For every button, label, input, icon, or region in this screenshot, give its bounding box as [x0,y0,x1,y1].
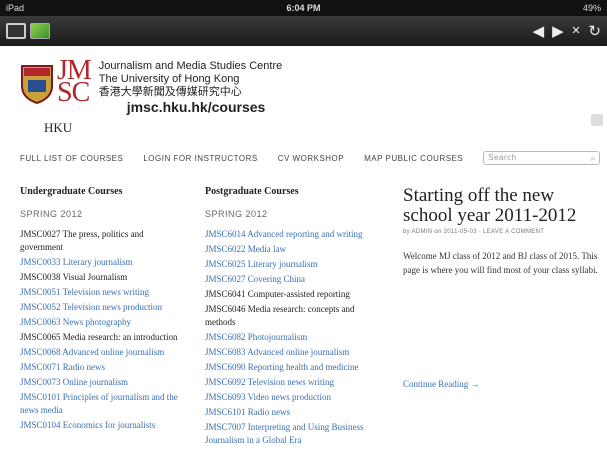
course-item[interactable]: JMSC6093 Video news production [205,391,380,404]
hku-label: HKU [44,120,73,135]
logo-sc: SC [57,77,90,108]
search-input[interactable]: Search ⌕ [483,151,600,165]
course-item: JMSC0027 The press, politics and governm… [20,229,144,252]
course-item[interactable]: JMSC0063 News photography [20,316,185,329]
undergrad-course-list: JMSC0027 The press, politics and governm… [20,228,185,432]
clock: 6:04 PM [286,3,321,13]
course-item[interactable]: JMSC0068 Advanced online journalism [20,346,185,359]
ios-status-bar: iPad 6:04 PM 49% [0,0,607,16]
course-item[interactable]: JMSC0104 Economics for journalists [20,419,185,432]
course-item[interactable]: JMSC6014 Advanced reporting and writing [205,228,380,241]
postgrad-heading: Postgraduate Courses [205,186,299,197]
course-item[interactable]: JMSC6027 Covering China [205,273,380,286]
site-url[interactable]: jmsc.hku.hk/courses [127,100,282,114]
undergrad-term: SPRING 2012 [20,209,83,219]
postgrad-column: Postgraduate Courses SPRING 2012 JMSC601… [205,186,380,449]
hku-crest-logo[interactable] [20,64,54,104]
back-icon[interactable]: ◀ [533,22,545,40]
post-meta: by ADMIN on 2011-05-03 · LEAVE A COMMENT [403,229,545,235]
reload-icon[interactable]: ↻ [588,22,601,40]
nav-full-list[interactable]: FULL LIST OF COURSES [20,154,123,163]
course-item[interactable]: JMSC6083 Advanced online journalism [205,346,380,359]
search-placeholder: Search [488,153,517,162]
course-item: JMSC6046 Media research: concepts and me… [205,304,355,327]
app-toolbar: ◀ ▶ × ↻ [0,16,607,46]
close-icon[interactable]: × [572,22,581,40]
postgrad-course-list: JMSC6014 Advanced reporting and writing J… [205,228,380,447]
course-item[interactable]: JMSC0101 Principles of journalism and th… [20,391,185,417]
course-item[interactable]: JMSC6022 Media law [205,243,380,256]
continue-reading-link[interactable]: Continue Reading → [403,379,480,389]
chinese-name: 香港大學新聞及傳媒研究中心 [98,86,242,98]
course-item[interactable]: JMSC6101 Radio news [205,406,380,419]
nav-login[interactable]: LOGIN FOR INSTRUCTORS [143,154,257,163]
course-item[interactable]: JMSC6092 Television news writing [205,376,380,389]
site-header: JM SC HKU Journalism and Media Studies C… [20,57,282,135]
forward-icon[interactable]: ▶ [552,22,564,40]
course-item[interactable]: JMSC0073 Online journalism [20,376,185,389]
undergrad-column: Undergraduate Courses SPRING 2012 JMSC00… [20,186,185,434]
course-item: JMSC0038 Visual Journalism [20,272,128,282]
course-item[interactable]: JMSC0051 Television news writing [20,286,185,299]
course-item: JMSC6041 Computer-assisted reporting [205,289,350,299]
nav-map-public[interactable]: MAP PUBLIC COURSES [364,154,463,163]
course-item[interactable]: JMSC0052 Television news production [20,301,185,314]
postgrad-term: SPRING 2012 [205,209,268,219]
nav-cv-workshop[interactable]: CV WORKSHOP [278,154,344,163]
jmsc-logo-letters: JM SC [57,57,92,114]
rss-icon[interactable] [591,114,603,126]
main-nav: FULL LIST OF COURSES LOGIN FOR INSTRUCTO… [20,151,600,165]
course-item[interactable]: JMSC6025 Literary journalism [205,258,380,271]
header-text: Journalism and Media Studies Centre The … [99,60,282,114]
notes-icon[interactable] [30,23,50,39]
centre-name: Journalism and Media Studies Centre [98,60,283,72]
course-item[interactable]: JMSC6082 Photojournalism [205,331,380,344]
tabs-icon[interactable] [6,23,26,39]
course-item[interactable]: JMSC0071 Radio news [20,361,185,374]
course-item[interactable]: JMSC7007 Interpreting and Using Business… [205,421,380,447]
course-item[interactable]: JMSC6090 Reporting health and medicine [205,361,380,374]
undergrad-heading: Undergraduate Courses [20,186,123,197]
blog-post: Starting off the new school year 2011-20… [403,186,603,390]
search-icon[interactable]: ⌕ [590,152,596,164]
university-name: The University of Hong Kong [98,73,240,85]
web-page: JM SC HKU Journalism and Media Studies C… [0,46,607,464]
post-body: Welcome MJ class of 2012 and BJ class of… [403,251,598,275]
course-item[interactable]: JMSC0033 Literary journalism [20,256,185,269]
post-title[interactable]: Starting off the new school year 2011-20… [403,186,603,226]
course-item: JMSC0065 Media research: an introduction [20,332,178,342]
